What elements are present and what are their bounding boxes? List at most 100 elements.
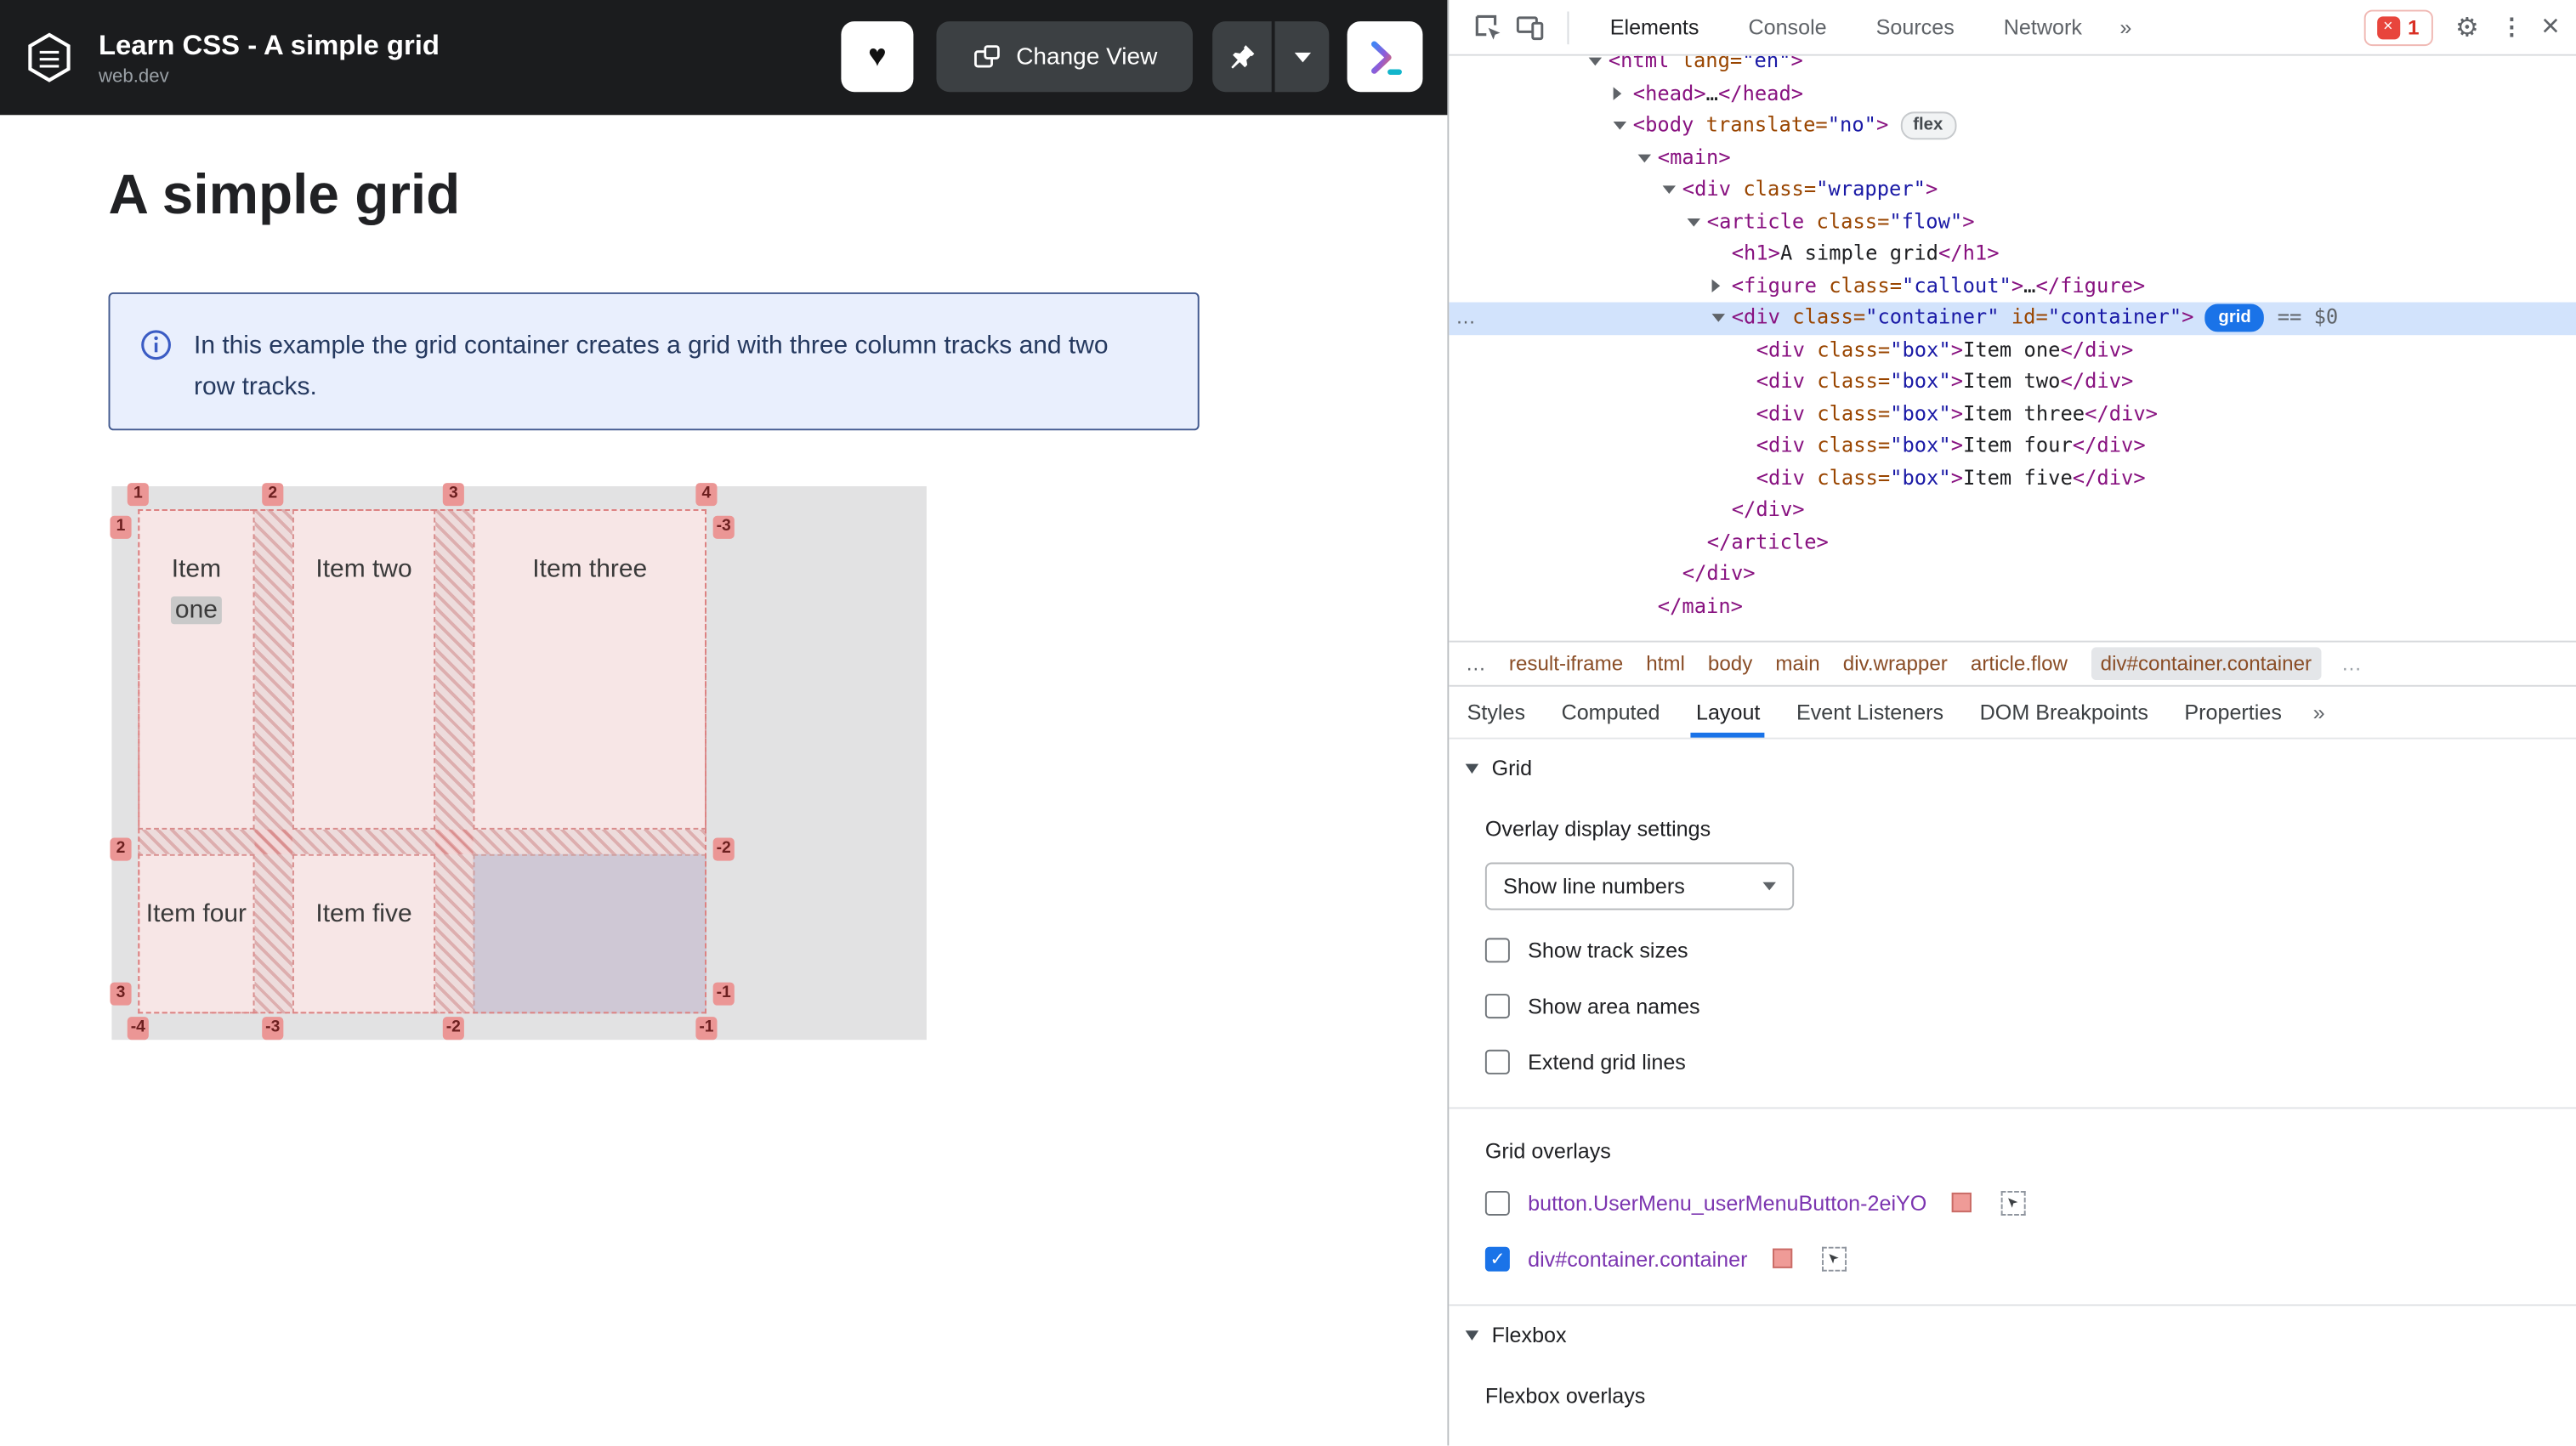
disclosure-down-icon[interactable] — [1662, 174, 1682, 207]
dom-tree-row[interactable]: <html lang="en"> — [1449, 56, 2576, 78]
gradient-app-button[interactable] — [1347, 21, 1423, 93]
dom-tree-row[interactable]: <h1>A simple grid</h1> — [1449, 238, 2576, 270]
disclosure-down-icon[interactable] — [1637, 142, 1658, 174]
overlay-color-swatch[interactable] — [1772, 1248, 1792, 1268]
overlay-node-label[interactable]: button.UserMenu_userMenuButton-2eiYO — [1528, 1190, 1926, 1215]
code-token: > — [2182, 305, 2194, 329]
inspect-element-icon[interactable] — [1466, 6, 1508, 48]
devtools-tabs: Elements Console Sources Network — [1586, 0, 2107, 54]
code-token: … — [1705, 81, 1718, 105]
close-icon[interactable]: × — [2541, 9, 2559, 46]
dom-tree-row[interactable]: <div class="box">Item four</div> — [1449, 430, 2576, 462]
dom-tree-row[interactable]: </div> — [1449, 495, 2576, 527]
checkbox-label: Show area names — [1528, 993, 1700, 1018]
setting-row: Show track sizes — [1484, 933, 2576, 967]
collapse-arrow-icon — [1465, 1330, 1479, 1340]
dom-tree-row[interactable]: <div class="box">Item two</div> — [1449, 366, 2576, 399]
code-token: <h1> — [1731, 241, 1780, 265]
breadcrumb-overflow[interactable]: … — [1466, 652, 1486, 675]
dom-tree-row[interactable]: </main> — [1449, 591, 2576, 623]
code-token: class= — [1731, 177, 1817, 201]
disclosure-down-icon[interactable] — [1711, 303, 1732, 335]
checkbox[interactable] — [1484, 993, 1510, 1018]
disclosure-down-icon[interactable] — [1588, 56, 1609, 78]
dom-tree-row[interactable]: <div class="box">Item three</div> — [1449, 399, 2576, 431]
checkbox[interactable] — [1484, 1048, 1510, 1074]
code-token: <div — [1756, 337, 1805, 361]
more-tabs-button[interactable]: » — [2107, 14, 2145, 39]
code-token: <div — [1756, 369, 1805, 393]
flex-badge[interactable]: flex — [1899, 111, 1956, 140]
sidebar-more-tabs-button[interactable]: » — [2300, 700, 2338, 724]
line-numbers-dropdown[interactable]: Show line numbers — [1484, 862, 1795, 910]
settings-gear-icon[interactable]: ⚙ — [2455, 11, 2479, 44]
sidebar-tab-dom-breakpoints[interactable]: DOM Breakpoints — [1961, 687, 2166, 738]
dom-tree-row[interactable]: <head>…</head> — [1449, 78, 2576, 111]
breadcrumb-item[interactable]: result-iframe — [1509, 652, 1623, 675]
dom-tree-row[interactable]: … <div class="container" id="container"> g… — [1449, 302, 2576, 335]
devtools-tab-network[interactable]: Network — [1979, 0, 2107, 54]
code-token: translate= — [1694, 113, 1828, 137]
pin-button[interactable] — [1212, 21, 1272, 93]
breadcrumb-item[interactable]: html — [1646, 652, 1685, 675]
breadcrumb-item[interactable]: main — [1775, 652, 1819, 675]
grid-line-badge: -2 — [442, 1017, 464, 1041]
disclosure-right-icon[interactable] — [1711, 270, 1732, 303]
dom-tree-row[interactable]: </article> — [1449, 526, 2576, 559]
code-token: "container" — [1865, 305, 2000, 329]
sidebar-tab-layout[interactable]: Layout — [1678, 687, 1779, 738]
breadcrumb-item[interactable]: article.flow — [1971, 652, 2068, 675]
code-token: </h1> — [1938, 241, 2000, 265]
code-token: > — [1950, 337, 1964, 361]
dom-tree-row[interactable]: </div> — [1449, 559, 2576, 591]
grid-badge[interactable]: grid — [2204, 303, 2265, 332]
disclosure-down-icon[interactable] — [1613, 110, 1633, 142]
dom-tree-row[interactable]: <main> — [1449, 142, 2576, 174]
kebab-menu-icon[interactable]: ⋮ — [2500, 13, 2523, 41]
devtools-tab-sources[interactable]: Sources — [1852, 0, 1979, 54]
show-overlay-icon[interactable] — [1821, 1245, 1847, 1271]
pin-dropdown-button[interactable] — [1274, 21, 1330, 93]
code-token: > — [1925, 177, 1938, 201]
dom-tree-row[interactable]: <figure class="callout">…</figure> — [1449, 270, 2576, 303]
code-token: </div> — [2060, 369, 2134, 393]
checkbox[interactable] — [1484, 1190, 1510, 1216]
breadcrumb-item[interactable]: body — [1708, 652, 1752, 675]
devtools-tab-console[interactable]: Console — [1723, 0, 1851, 54]
disclosure-down-icon[interactable] — [1687, 207, 1707, 239]
code-token: > — [1790, 55, 1803, 73]
error-counter-button[interactable]: × 1 — [2363, 9, 2433, 46]
dom-tree-row[interactable]: <div class="wrapper"> — [1449, 174, 2576, 207]
disclosure-right-icon[interactable] — [1613, 78, 1633, 111]
change-view-button[interactable]: Change View — [936, 21, 1193, 93]
grid-line-badge: -4 — [127, 1017, 149, 1041]
like-button[interactable]: ♥ — [841, 21, 914, 93]
breadcrumb-item[interactable]: div#container.container — [2091, 647, 2322, 681]
breadcrumb-overflow-end[interactable]: … — [2341, 652, 2362, 675]
sidebar-tab-properties[interactable]: Properties — [2166, 687, 2300, 738]
sidebar-tab-styles[interactable]: Styles — [1449, 687, 1543, 738]
sidebar-tab-event-listeners[interactable]: Event Listeners — [1779, 687, 1962, 738]
grid-section-header[interactable]: Grid — [1449, 740, 2576, 787]
checkbox[interactable]: ✓ — [1484, 1245, 1510, 1271]
device-toolbar-icon[interactable] — [1508, 6, 1551, 48]
dom-tree-row[interactable]: <div class="box">Item five</div> — [1449, 462, 2576, 495]
triangle — [1613, 121, 1627, 130]
flexbox-section-header[interactable]: Flexbox — [1449, 1306, 2576, 1353]
code-token: </div> — [2072, 465, 2146, 489]
dom-tree-row[interactable]: <div class="box">Item one</div> — [1449, 334, 2576, 366]
row-more-icon[interactable]: … — [1455, 303, 1478, 335]
sidebar-tab-computed[interactable]: Computed — [1543, 687, 1677, 738]
checkbox[interactable] — [1484, 937, 1510, 962]
devtools-tab-elements[interactable]: Elements — [1586, 0, 1724, 54]
webdev-logo-icon[interactable] — [21, 30, 77, 86]
code-token: <head> — [1632, 81, 1706, 105]
dom-tree-row[interactable]: <article class="flow"> — [1449, 207, 2576, 239]
breadcrumb-item[interactable]: div.wrapper — [1843, 652, 1948, 675]
overlay-node-label[interactable]: div#container.container — [1528, 1246, 1747, 1271]
code-token: </div> — [2060, 337, 2134, 361]
show-overlay-icon[interactable] — [2000, 1190, 2026, 1216]
dom-tree-row[interactable]: <body translate="no"> flex — [1449, 110, 2576, 142]
overlay-color-swatch[interactable] — [1951, 1192, 1972, 1213]
code-token: "box" — [1890, 401, 1951, 425]
